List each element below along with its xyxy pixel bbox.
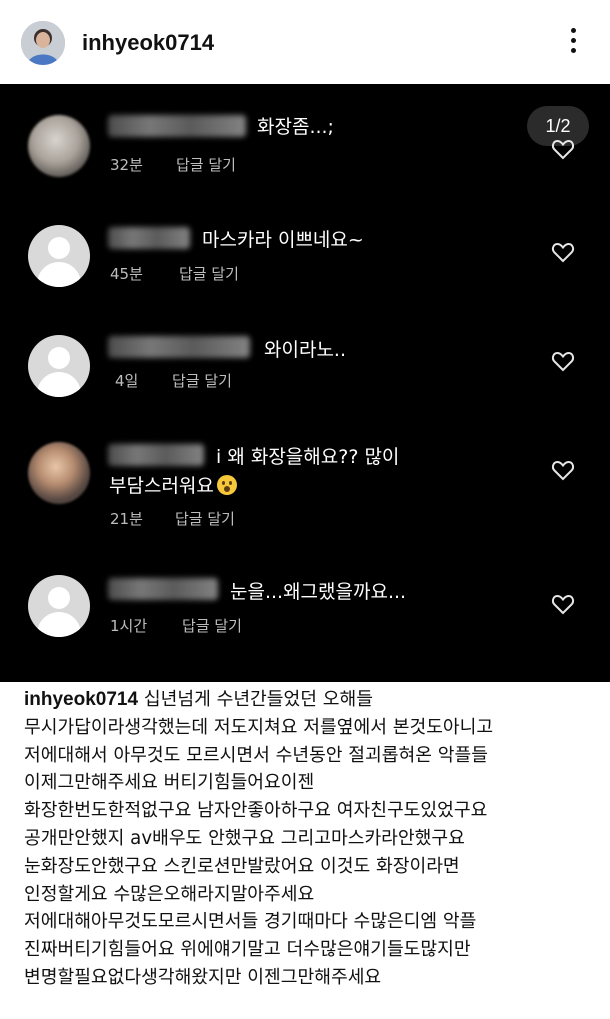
heart-icon[interactable] (551, 593, 575, 615)
blurred-username (108, 336, 250, 358)
astonished-face-icon (216, 475, 237, 495)
caption-line: 저에대해서 아무것도 모르시면서 수년동안 절괴롭혀온 악플들 (24, 744, 488, 766)
heart-icon[interactable] (551, 241, 575, 263)
post-header: inhyeok0714 (0, 0, 610, 84)
post-username[interactable]: inhyeok0714 (82, 30, 214, 56)
comment-time: 1시간 (110, 617, 148, 635)
comment-time: 32분 (110, 156, 143, 174)
caption-username[interactable]: inhyeok0714 (24, 689, 138, 710)
comment-text-line1: i 왜 화장을해요?? 많이 (216, 446, 400, 468)
caption-line: 변명할필요없다생각해왔지만 이젠그만해주세요 (24, 966, 382, 988)
comment-time: 4일 (115, 372, 139, 390)
reply-button[interactable]: 답글 달기 (182, 615, 242, 636)
comment-avatar (28, 442, 90, 504)
more-vertical-icon[interactable] (564, 28, 582, 60)
comment-avatar (28, 115, 90, 177)
default-avatar-icon (28, 335, 90, 397)
default-avatar-icon (28, 575, 90, 637)
post-caption: inhyeok0714 십년넘게 수년간들었던 오해들 무시가답이라생각했는데 … (24, 686, 594, 992)
reply-button[interactable]: 답글 달기 (172, 370, 232, 391)
caption-line: 진짜버티기힘들어요 위에얘기말고 더수많은얘기들도많지만 (24, 939, 471, 961)
comment-text: 눈을...왜그랬을까요... (230, 581, 407, 603)
blurred-username (108, 444, 204, 466)
default-avatar-icon (28, 225, 90, 287)
comment-text: 마스카라 이쁘네요~ (202, 229, 364, 251)
comment-time: 45분 (110, 265, 143, 283)
blurred-username (108, 578, 218, 600)
caption-line: 저에대해아무것도모르시면서들 경기때마다 수많은디엠 악플 (24, 911, 477, 933)
blurred-username (108, 227, 190, 249)
caption-text: 십년넘게 수년간들었던 오해들 (143, 689, 373, 710)
comment-text-line2: 부담스러워요 (109, 471, 237, 498)
caption-line: inhyeok0714 십년넘게 수년간들었던 오해들 (24, 686, 594, 714)
caption-line: 공개만안했지 av배우도 안했구요 그리고마스카라안했구요 (24, 827, 465, 849)
caption-line: 눈화장도안했구요 스킨로션만발랐어요 이것도 화장이라면 (24, 855, 460, 877)
profile-avatar[interactable] (21, 21, 65, 65)
caption-line: 이제그만해주세요 버티기힘들어요이젠 (24, 772, 315, 794)
comment-time: 21분 (110, 510, 143, 528)
comment-text: 화장좀...; (257, 116, 334, 138)
caption-line: 화장한번도한적없구요 남자안좋아하구요 여자친구도있었구요 (24, 800, 488, 822)
heart-icon[interactable] (551, 459, 575, 481)
reply-button[interactable]: 답글 달기 (175, 508, 235, 529)
blurred-username (108, 115, 246, 137)
heart-icon[interactable] (551, 138, 575, 160)
reply-button[interactable]: 답글 달기 (179, 263, 239, 284)
caption-line: 인정할게요 수많은오해라지말아주세요 (24, 883, 315, 905)
comment-text: 와이라노.. (264, 339, 346, 361)
heart-icon[interactable] (551, 350, 575, 372)
reply-button[interactable]: 답글 달기 (176, 154, 236, 175)
caption-line: 무시가답이라생각했는데 저도지쳐요 저를옆에서 본것도아니고 (24, 716, 494, 738)
